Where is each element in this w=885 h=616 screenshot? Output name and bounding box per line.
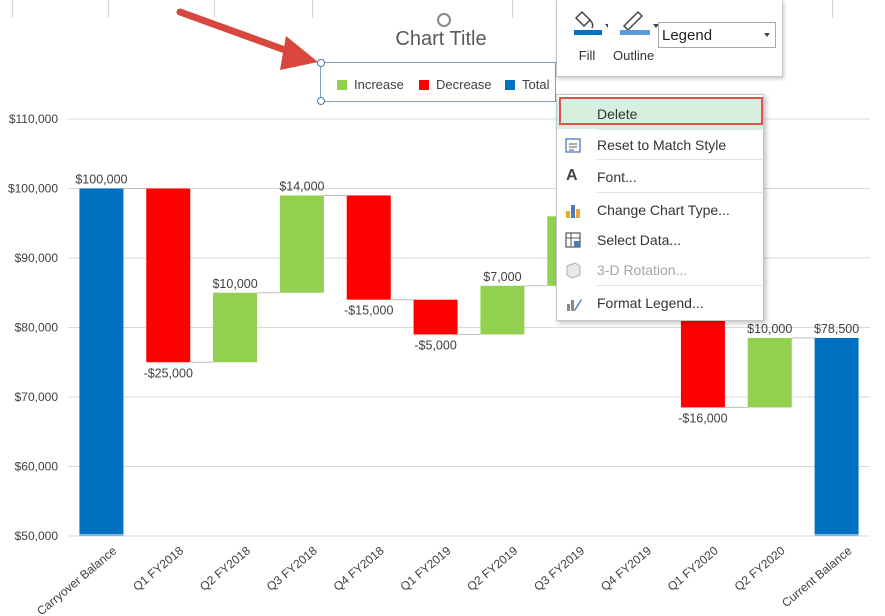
chart-element-dropdown[interactable]: Legend xyxy=(658,22,776,48)
menu-item-label: Change Chart Type... xyxy=(597,202,730,218)
fill-label: Fill xyxy=(578,48,596,63)
menu-item-label: Reset to Match Style xyxy=(597,137,727,153)
menu-item-reset-style[interactable]: Reset to Match Style xyxy=(557,130,763,160)
menu-item-label: Format Legend... xyxy=(597,295,704,311)
menu-item-font[interactable]: A Font... xyxy=(557,162,763,192)
menu-item-change-chart-type[interactable]: Change Chart Type... xyxy=(557,195,763,225)
menu-item-label: Font... xyxy=(597,169,637,185)
format-legend-icon xyxy=(564,294,582,312)
pen-outline-icon xyxy=(618,6,659,36)
outline-label: Outline xyxy=(613,48,655,63)
rotation-3d-icon xyxy=(564,261,582,279)
menu-separator xyxy=(597,285,762,286)
menu-item-label: Select Data... xyxy=(597,232,682,248)
menu-item-format-legend[interactable]: Format Legend... xyxy=(557,288,763,318)
chevron-down-icon xyxy=(764,33,770,37)
font-icon: A xyxy=(566,167,578,184)
menu-separator xyxy=(597,159,762,160)
menu-separator xyxy=(597,192,762,193)
menu-item-select-data[interactable]: Select Data... xyxy=(557,225,763,255)
fill-button[interactable]: Fill xyxy=(567,6,611,63)
chart-type-icon xyxy=(564,201,582,219)
menu-item-label: 3-D Rotation... xyxy=(597,262,688,278)
paint-bucket-icon xyxy=(572,6,611,36)
menu-item-3d-rotation: 3-D Rotation... xyxy=(557,255,763,285)
reset-style-icon xyxy=(564,136,582,154)
chart-element-value: Legend xyxy=(662,27,713,44)
highlight-box xyxy=(559,97,763,125)
outline-button[interactable]: Outline xyxy=(613,6,659,63)
format-mini-toolbar: Fill Outline Legend xyxy=(556,0,783,77)
context-menu: Delete Reset to Match Style A Font... Ch… xyxy=(556,94,764,321)
select-data-icon xyxy=(564,231,582,249)
